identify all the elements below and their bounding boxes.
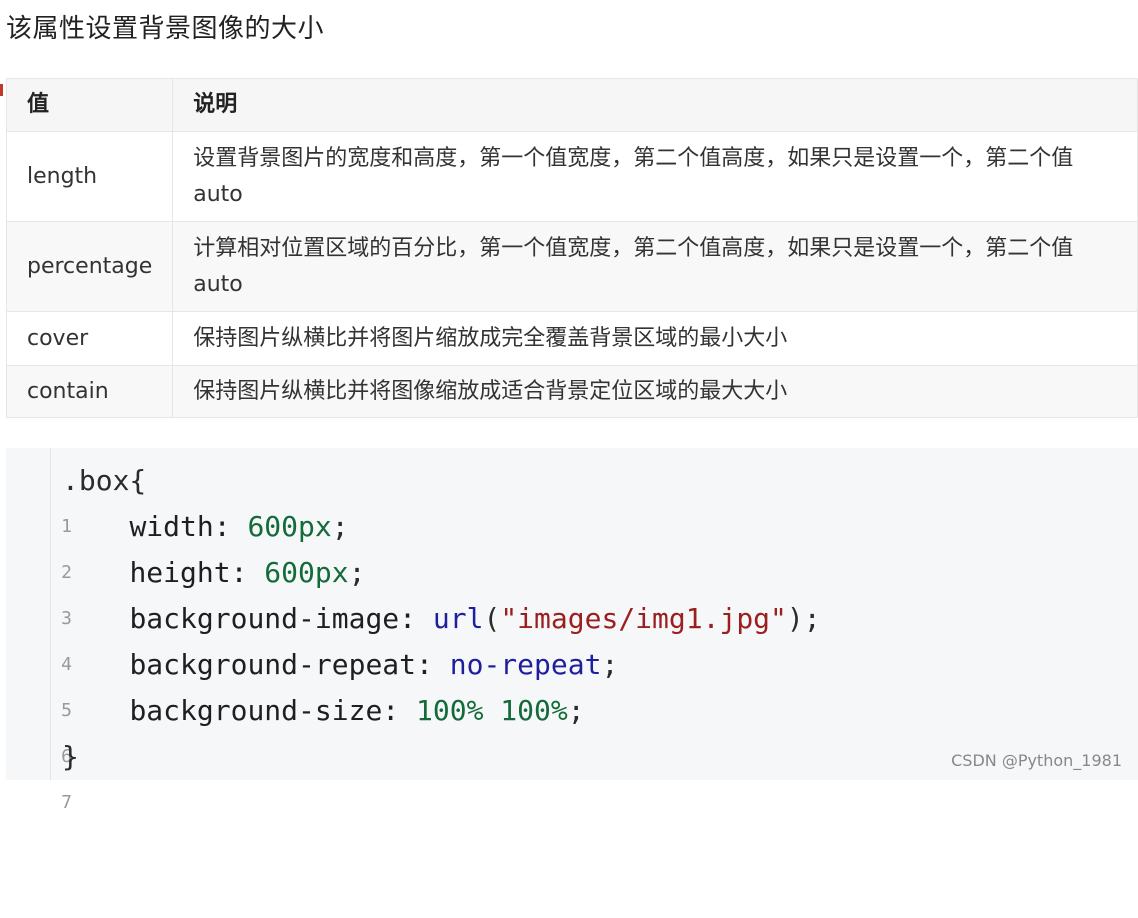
function-name: url	[432, 602, 484, 635]
line-number: 7	[61, 792, 72, 813]
selector-text: .box{	[62, 464, 147, 497]
property-name: background-size:	[129, 694, 417, 727]
section-heading: 该属性设置背景图像的大小	[6, 14, 325, 44]
punctuation: ;	[567, 694, 585, 727]
table-header-row: 值 说明	[5, 78, 1138, 132]
punctuation: ;	[601, 648, 619, 681]
punctuation: );	[786, 602, 821, 635]
code-line: 2 width: 600px;	[6, 504, 1138, 583]
property-name: background-repeat:	[129, 648, 450, 681]
table-row: contain 保持图片纵横比并将图像缩放成适合背景定位区域的最大大小	[5, 365, 1138, 418]
cell-description: 设置背景图片的宽度和高度，第一个值宽度，第二个值高度，如果只是设置一个，第二个值…	[172, 131, 1138, 222]
punctuation: ;	[331, 510, 349, 543]
code-line: 3 height: 600px;	[6, 550, 1138, 629]
table-row: cover 保持图片纵横比并将图片缩放成完全覆盖背景区域的最小大小	[5, 311, 1138, 366]
property-value: 100% 100%	[416, 694, 568, 727]
cell-value: length	[5, 131, 174, 222]
punctuation: (	[483, 602, 501, 635]
property-value: 600px	[247, 510, 332, 543]
property-value: 600px	[264, 556, 349, 589]
code-line: 5 background-repeat: no-repeat;	[6, 642, 1138, 721]
string-value: "images/img1.jpg"	[500, 602, 787, 635]
header-description: 说明	[172, 78, 1138, 132]
watermark: CSDN @Python_1981	[951, 751, 1122, 770]
cell-value: contain	[5, 365, 174, 418]
table-row: length 设置背景图片的宽度和高度，第一个值宽度，第二个值高度，如果只是设置…	[5, 131, 1138, 222]
code-line: 4 background-image: url("images/img1.jpg…	[6, 596, 1138, 675]
cell-description: 保持图片纵横比并将图像缩放成适合背景定位区域的最大大小	[172, 365, 1138, 418]
keyword-value: no-repeat	[449, 648, 602, 681]
cell-description: 保持图片纵横比并将图片缩放成完全覆盖背景区域的最小大小	[172, 311, 1138, 366]
property-values-table: 值 说明 length 设置背景图片的宽度和高度，第一个值宽度，第二个值高度，如…	[5, 78, 1138, 418]
header-value: 值	[5, 78, 174, 132]
punctuation: ;	[348, 556, 366, 589]
code-line: 6 background-size: 100% 100%;	[6, 688, 1138, 767]
code-line: 1 .box{	[6, 458, 1138, 537]
cell-value: percentage	[5, 221, 174, 312]
table-row: percentage 计算相对位置区域的百分比，第一个值宽度，第二个值高度，如果…	[5, 221, 1138, 312]
cell-value: cover	[5, 311, 174, 366]
property-name: height:	[129, 556, 265, 589]
cell-description: 计算相对位置区域的百分比，第一个值宽度，第二个值高度，如果只是设置一个，第二个值…	[172, 221, 1138, 312]
code-block: 1 .box{ 2 width: 600px; 3 height: 600px;…	[6, 448, 1138, 813]
property-name: background-image:	[129, 602, 433, 635]
margin-marker	[0, 84, 3, 96]
property-name: width:	[129, 510, 248, 543]
closing-brace: }	[62, 740, 79, 773]
